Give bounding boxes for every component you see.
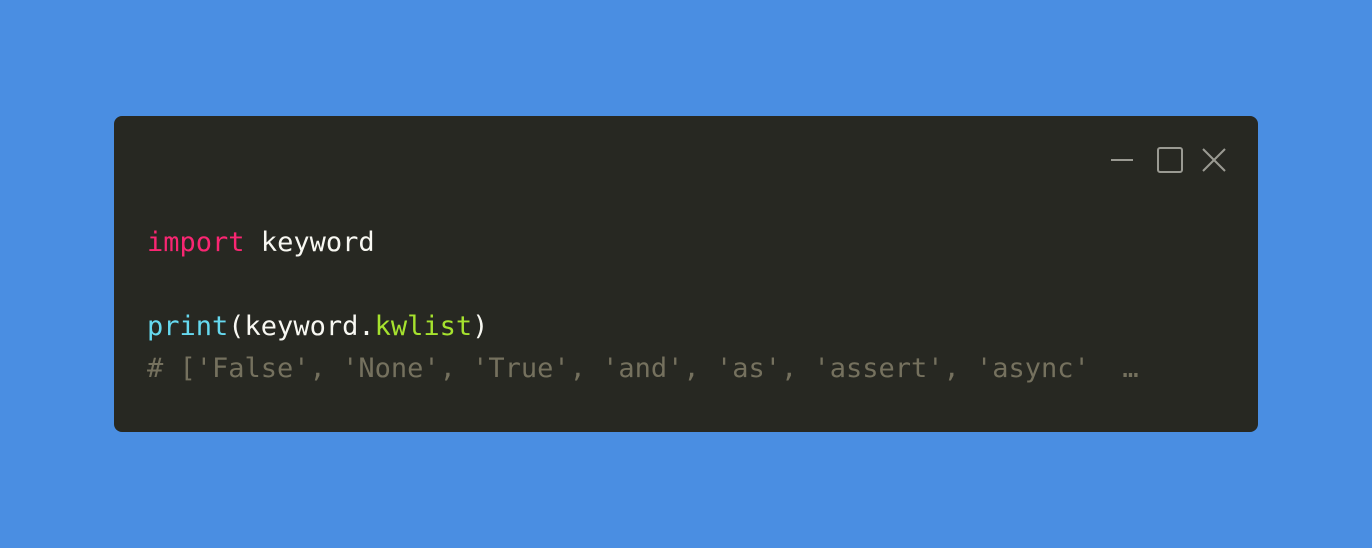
code-block: import keyword print(keyword.kwlist) # ['… — [147, 222, 1139, 390]
open-paren: ( — [228, 311, 245, 342]
print-function: print — [147, 311, 229, 342]
import-keyword: import — [147, 227, 245, 258]
code-line-3: print(keyword.kwlist) — [147, 306, 1139, 348]
module-name: keyword — [260, 227, 375, 258]
code-line-1: import keyword — [147, 222, 1139, 264]
code-line-2-empty — [147, 264, 1139, 306]
attribute-name: kwlist — [374, 311, 473, 342]
object-name: keyword — [244, 311, 359, 342]
close-icon[interactable] — [1202, 146, 1226, 179]
close-paren: ) — [472, 311, 489, 342]
minimize-icon[interactable] — [1110, 146, 1134, 179]
maximize-icon[interactable] — [1156, 146, 1184, 179]
code-line-4: # ['False', 'None', 'True', 'and', 'as',… — [147, 348, 1139, 390]
output-comment: # ['False', 'None', 'True', 'and', 'as',… — [147, 353, 1139, 384]
dot-operator: . — [358, 311, 375, 342]
